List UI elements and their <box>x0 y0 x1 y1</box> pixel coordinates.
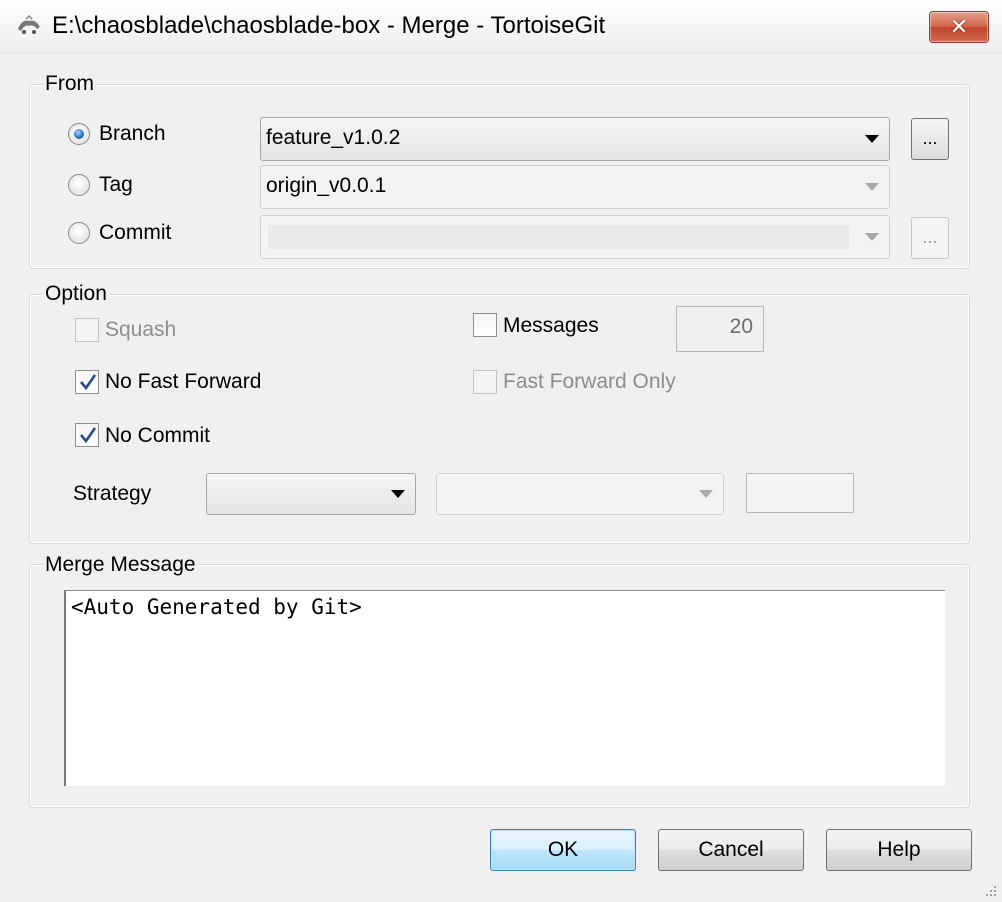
commit-input[interactable] <box>268 225 849 249</box>
checkmark-icon <box>80 374 97 391</box>
merge-message-textarea[interactable]: <Auto Generated by Git> <box>64 590 945 786</box>
no-fast-forward-label[interactable]: No Fast Forward <box>105 370 261 394</box>
commit-radio[interactable] <box>68 222 90 244</box>
cancel-button[interactable]: Cancel <box>658 829 804 871</box>
strategy-option-select[interactable] <box>436 473 724 515</box>
tortoisegit-icon <box>18 15 40 34</box>
commit-combo[interactable] <box>260 215 890 259</box>
messages-checkbox[interactable] <box>473 313 497 337</box>
branch-label[interactable]: Branch <box>99 122 166 146</box>
strategy-extra-field[interactable] <box>746 473 854 513</box>
tag-select-value: origin_v0.0.1 <box>266 174 387 197</box>
messages-count-field[interactable]: 20 <box>676 306 764 352</box>
chevron-down-icon <box>391 490 405 498</box>
resize-grip-icon[interactable] <box>982 882 998 898</box>
branch-radio[interactable] <box>68 123 90 145</box>
no-fast-forward-checkbox[interactable] <box>75 370 99 394</box>
close-button[interactable]: ✕ <box>929 11 989 43</box>
chevron-down-icon <box>865 233 879 241</box>
merge-message-group-label: Merge Message <box>43 553 198 577</box>
close-icon: ✕ <box>949 14 969 39</box>
tag-select[interactable]: origin_v0.0.1 <box>260 165 890 209</box>
branch-browse-button[interactable]: ... <box>911 118 949 160</box>
title-bar[interactable]: E:\chaosblade\chaosblade-box - Merge - T… <box>0 0 1002 54</box>
fast-forward-only-label[interactable]: Fast Forward Only <box>503 370 676 394</box>
from-group-label: From <box>43 72 96 96</box>
tag-label[interactable]: Tag <box>99 173 133 197</box>
ok-button[interactable]: OK <box>490 829 636 871</box>
checkmark-icon <box>80 427 97 444</box>
chevron-down-icon <box>865 183 879 191</box>
tag-radio[interactable] <box>68 174 90 196</box>
squash-label[interactable]: Squash <box>105 318 176 342</box>
commit-label[interactable]: Commit <box>99 221 171 245</box>
squash-checkbox[interactable] <box>75 318 99 342</box>
help-button[interactable]: Help <box>826 829 972 871</box>
messages-label[interactable]: Messages <box>503 314 599 338</box>
option-group-label: Option <box>43 282 109 306</box>
window-title: E:\chaosblade\chaosblade-box - Merge - T… <box>52 12 606 39</box>
strategy-select[interactable] <box>206 473 416 515</box>
no-commit-label[interactable]: No Commit <box>105 424 210 448</box>
no-commit-checkbox[interactable] <box>75 423 99 447</box>
strategy-label: Strategy <box>73 482 152 505</box>
chevron-down-icon <box>699 490 713 498</box>
branch-select[interactable]: feature_v1.0.2 <box>260 117 890 161</box>
commit-browse-button[interactable]: ... <box>911 217 949 259</box>
merge-dialog: E:\chaosblade\chaosblade-box - Merge - T… <box>0 0 1002 902</box>
chevron-down-icon <box>865 135 879 143</box>
fast-forward-only-checkbox[interactable] <box>473 370 497 394</box>
branch-select-value: feature_v1.0.2 <box>266 126 401 149</box>
